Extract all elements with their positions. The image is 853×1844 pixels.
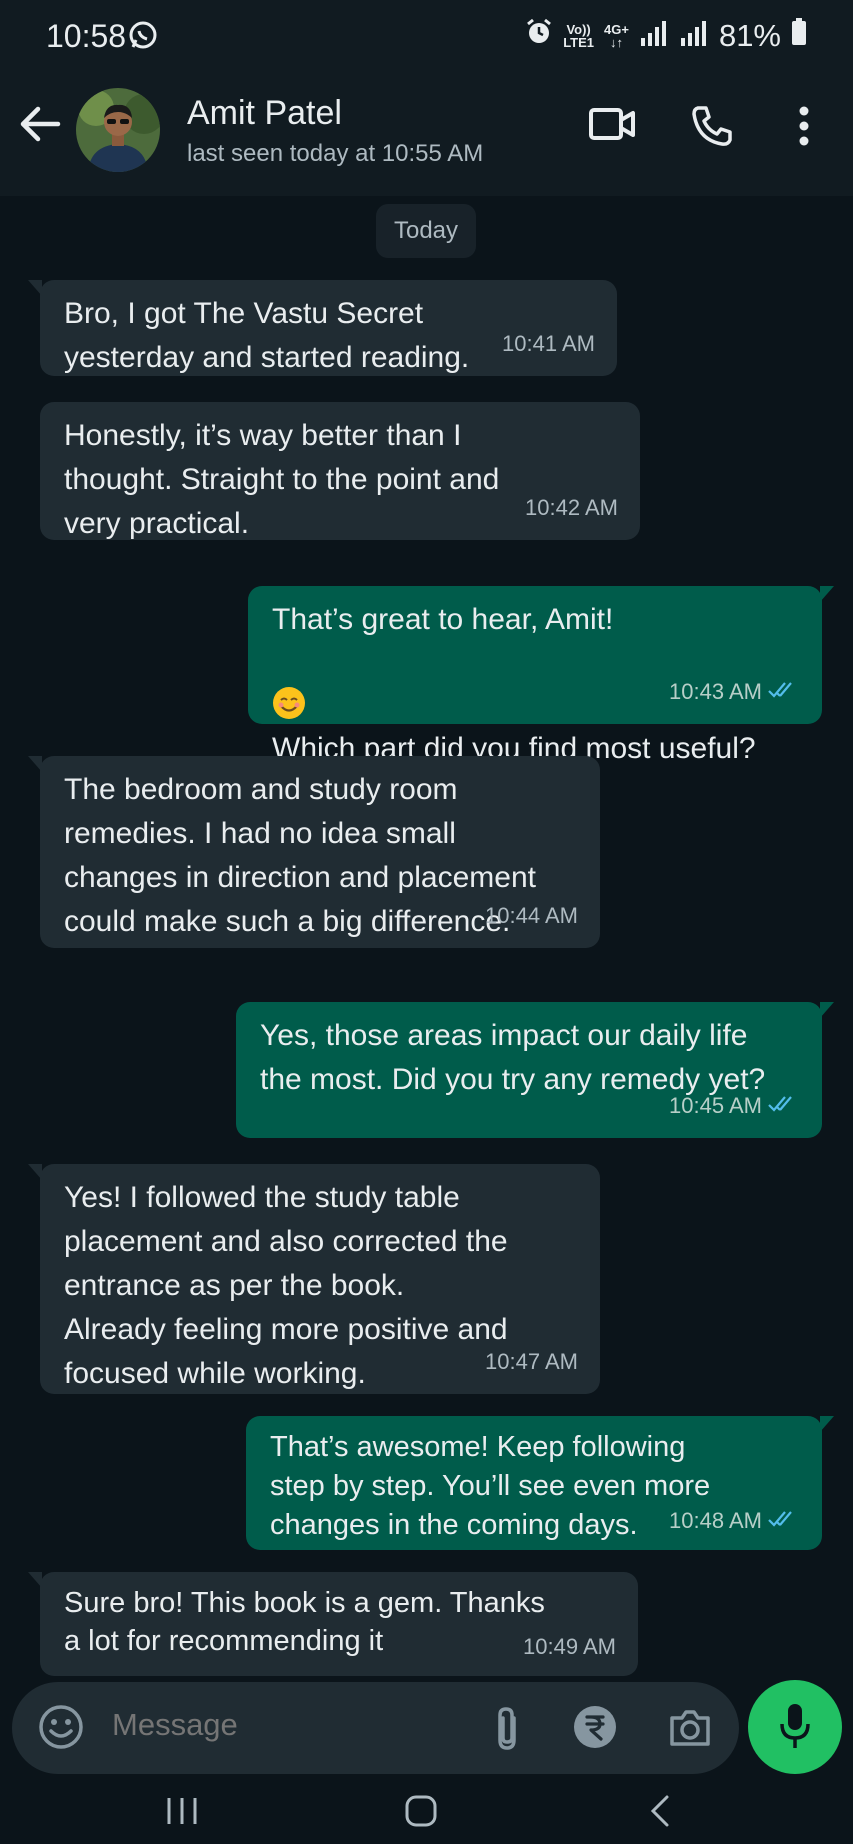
message-incoming[interactable]: The bedroom and study room remedies. I h… [28,756,600,948]
volte-indicator: Vo)) LTE1 [563,22,595,50]
video-call-icon[interactable] [588,104,636,149]
smiling-face-icon [272,642,306,719]
back-nav-icon[interactable] [648,1794,672,1833]
message-time: 10:44 AM [485,903,578,928]
home-icon[interactable] [404,1794,438,1833]
voice-call-icon[interactable] [690,104,734,153]
chat-area[interactable]: Today Bro, I got The Vastu Secret yester… [0,196,853,1682]
folded-hands-icon [64,1660,98,1682]
message-time: 10:45 AM [669,1093,762,1118]
message-time: 10:47 AM [485,1349,578,1374]
message-time: 10:49 AM [523,1634,616,1659]
status-bar: 10:58 Vo)) LTE1 4G+ ↓↑ 81% [0,0,853,72]
battery-icon [791,18,807,54]
message-text: That’s great to hear, Amit! [272,603,614,636]
more-options-icon[interactable] [796,104,812,153]
camera-icon[interactable] [668,1706,712,1755]
message-incoming[interactable]: Bro, I got The Vastu Secret yesterday an… [28,280,617,376]
read-ticks-icon [768,1501,800,1540]
status-time: 10:58 [46,18,127,54]
alarm-icon [525,18,553,54]
avatar[interactable] [76,88,160,172]
message-time: 10:41 AM [502,331,595,356]
recent-apps-icon[interactable] [164,1796,200,1831]
message-time: 10:48 AM [669,1508,762,1533]
whatsapp-notification-icon [128,20,158,55]
last-seen-status: last seen today at 10:55 AM [187,140,484,167]
message-incoming[interactable]: Sure bro! This book is a gem. Thanks a l… [28,1572,638,1676]
message-outgoing[interactable]: That’s great to hear, Amit! Which part d… [248,586,834,765]
system-navigation-bar [0,1776,853,1844]
microphone-icon [779,1702,811,1757]
message-composer [12,1682,739,1774]
network-type: 4G+ ↓↑ [604,22,629,50]
message-input[interactable] [110,1706,474,1744]
message-incoming[interactable]: Honestly, it’s way better than I thought… [40,402,640,540]
message-time: 10:42 AM [525,495,618,520]
message-outgoing[interactable]: Yes, those areas impact our daily life t… [236,1002,834,1138]
signal-icon [639,18,669,54]
contact-name[interactable]: Amit Patel [187,94,342,133]
read-ticks-icon [768,670,800,714]
message-incoming[interactable]: Yes! I followed the study table placemen… [28,1164,600,1394]
read-ticks-icon [768,1084,800,1128]
message-time: 10:43 AM [669,679,762,704]
voice-message-button[interactable] [748,1680,842,1774]
date-chip: Today [376,204,476,258]
signal-icon-2 [679,18,709,54]
back-arrow-icon[interactable] [18,102,62,151]
message-text: Sure bro! This book is a gem. Thanks a l… [64,1587,545,1657]
chat-header: Amit Patel last seen today at 10:55 AM [0,72,853,196]
attach-icon[interactable] [492,1706,522,1757]
emoji-icon[interactable] [38,1704,84,1755]
payment-rupee-icon[interactable] [572,1704,618,1755]
battery-level: 81% [718,18,781,53]
message-outgoing[interactable]: That’s awesome! Keep following step by s… [246,1416,834,1550]
